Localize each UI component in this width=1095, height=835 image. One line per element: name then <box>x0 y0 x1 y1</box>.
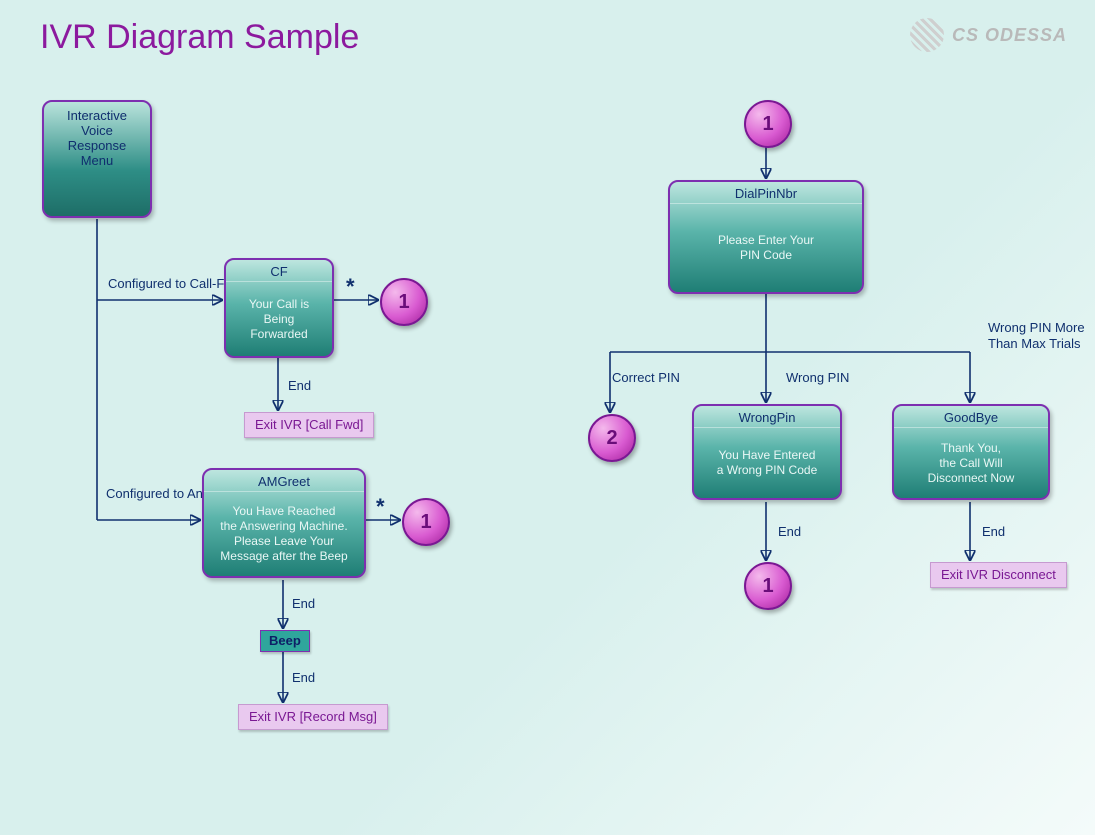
amgreet-body: You Have Reached the Answering Machine. … <box>204 492 364 576</box>
logo-text: CS ODESSA <box>952 25 1067 46</box>
correct-pin-circle: 2 <box>588 414 636 462</box>
cf-head: CF <box>226 260 332 282</box>
amgreet-connector-circle: 1 <box>402 498 450 546</box>
branch-wrong-pin: Wrong PIN <box>786 370 849 386</box>
ivr-menu-label: Interactive Voice Response Menu <box>67 108 127 168</box>
wrongpin-head: WrongPin <box>694 406 840 428</box>
wrongpin-box: WrongPin You Have Entered a Wrong PIN Co… <box>692 404 842 500</box>
amgreet-end2-label: End <box>292 670 315 686</box>
dialpin-box: DialPinNbr Please Enter Your PIN Code <box>668 180 864 294</box>
branch-correct-pin: Correct PIN <box>612 370 680 386</box>
amgreet-head: AMGreet <box>204 470 364 492</box>
branch-wrong-pin-max: Wrong PIN More Than Max Trials <box>988 320 1095 351</box>
amgreet-box: AMGreet You Have Reached the Answering M… <box>202 468 366 578</box>
goodbye-box: GoodBye Thank You, the Call Will Disconn… <box>892 404 1050 500</box>
goodbye-exit-tag: Exit IVR Disconnect <box>930 562 1067 588</box>
cf-exit-tag: Exit IVR [Call Fwd] <box>244 412 374 438</box>
right-top-circle: 1 <box>744 100 792 148</box>
dialpin-head: DialPinNbr <box>670 182 862 204</box>
cf-end-label: End <box>288 378 311 394</box>
cf-body: Your Call is Being Forwarded <box>226 282 332 356</box>
cf-box: CF Your Call is Being Forwarded <box>224 258 334 358</box>
amgreet-exit-tag: Exit IVR [Record Msg] <box>238 704 388 730</box>
ivr-menu-box: Interactive Voice Response Menu <box>42 100 152 218</box>
amgreet-asterisk: * <box>376 494 385 520</box>
diagram-title: IVR Diagram Sample <box>40 18 359 57</box>
goodbye-head: GoodBye <box>894 406 1048 428</box>
wrongpin-end-label: End <box>778 524 801 540</box>
cf-asterisk: * <box>346 274 355 300</box>
goodbye-end-label: End <box>982 524 1005 540</box>
logo-swirl-icon <box>910 18 944 52</box>
amgreet-end1-label: End <box>292 596 315 612</box>
logo: CS ODESSA <box>910 18 1067 52</box>
beep-tag: Beep <box>260 630 310 652</box>
wrongpin-circle: 1 <box>744 562 792 610</box>
wrongpin-body: You Have Entered a Wrong PIN Code <box>694 428 840 498</box>
cf-connector-circle: 1 <box>380 278 428 326</box>
dialpin-body: Please Enter Your PIN Code <box>670 204 862 292</box>
goodbye-body: Thank You, the Call Will Disconnect Now <box>894 428 1048 498</box>
